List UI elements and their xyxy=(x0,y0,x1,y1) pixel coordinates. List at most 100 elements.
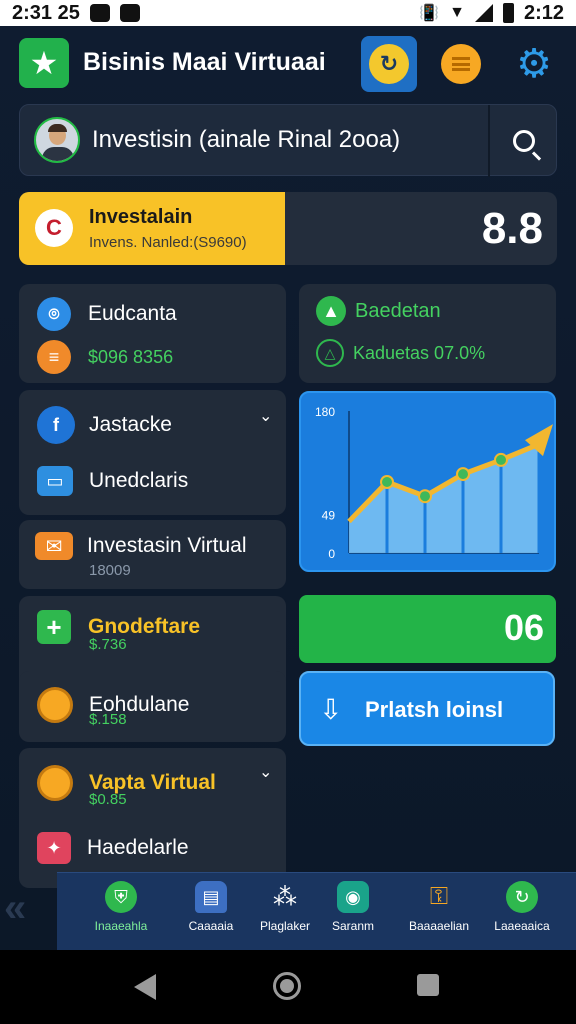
c-logo-icon: C xyxy=(35,209,73,247)
triangle-outline-icon: △ xyxy=(316,339,344,367)
key-icon: ⚿ xyxy=(429,883,449,910)
y-tick-label: 180 xyxy=(315,405,335,419)
list-item[interactable]: ⌾ Eudcanta xyxy=(37,297,177,331)
nav-item-5[interactable]: ⚿ Baaaaelian xyxy=(396,881,482,947)
database-button[interactable] xyxy=(441,44,481,84)
area-fill xyxy=(349,444,539,553)
list-item-label: Investasin Virtual xyxy=(87,534,247,557)
item-value: $.158 xyxy=(89,711,127,728)
balance-subtitle: Invens. Nanled:(S9690) xyxy=(89,234,247,251)
balance-title: Investalain xyxy=(89,206,193,228)
coin-icon: ↻ xyxy=(369,44,409,84)
signal-icon xyxy=(474,4,493,22)
download-button-label: Prlatsh loinsl xyxy=(365,697,504,722)
nav-label: Laaeaaica xyxy=(494,919,550,933)
nav-item-4[interactable]: ◉ Saranm xyxy=(310,881,396,947)
growth-chart[interactable]: 0 49 180 xyxy=(299,391,556,572)
status-time-right: 2:12 xyxy=(523,1,564,24)
list-item-label: Eudcanta xyxy=(88,302,177,325)
home-icon[interactable] xyxy=(273,972,301,1000)
refresh-icon: ↻ xyxy=(506,881,538,913)
plus-icon: + xyxy=(37,610,71,644)
balance-value: 8.8 xyxy=(481,204,543,253)
virtual-card[interactable]: Vapta Virtual ⌄ $0.85 ✦ Haedelarle xyxy=(19,748,286,888)
summary-card[interactable]: ⌾ Eudcanta ≡ $096 8356 xyxy=(19,284,286,383)
chart-svg: 0 49 180 xyxy=(315,405,553,561)
list-item[interactable]: ▭ Unedclaris xyxy=(37,466,188,496)
nav-item-6[interactable]: ↻ Laaeaaica xyxy=(479,881,565,947)
app-screen: ★ Bisinis Maai Virtuaai ↻ ⚙ Investisin (… xyxy=(0,26,576,950)
counter-value: 06 xyxy=(503,607,544,648)
vibrate-icon: 📳 xyxy=(419,5,440,22)
nav-label: Plaglaker xyxy=(259,919,311,933)
item-value: $.736 xyxy=(89,636,127,653)
nav-item-home[interactable]: ⛨ Inaaeahla xyxy=(78,881,164,947)
chevron-down-icon[interactable]: ⌄ xyxy=(259,762,272,782)
data-point xyxy=(494,452,508,467)
back-icon[interactable] xyxy=(134,974,156,1000)
coin-card[interactable]: Eohdulane $.158 xyxy=(19,671,286,742)
status-left: 2:31 25 xyxy=(12,2,140,25)
data-point xyxy=(380,475,394,489)
list-item[interactable]: ≡ $096 8356 xyxy=(37,340,173,374)
card-icon: ▭ xyxy=(37,466,73,496)
y-tick-label: 49 xyxy=(322,508,336,522)
stats-label: Baedetan xyxy=(355,299,441,322)
database-icon xyxy=(452,57,470,71)
nav-label: Caaaaia xyxy=(188,919,234,933)
search-icon xyxy=(513,130,535,152)
avatar[interactable] xyxy=(34,117,80,163)
item-value: 18009 xyxy=(89,562,131,579)
system-nav-bar xyxy=(0,950,576,1024)
stats-card[interactable]: ▲ Baedetan △ Kaduetas 07.0% xyxy=(299,284,556,383)
gold-coin-icon xyxy=(37,765,73,801)
app-bar: ★ Bisinis Maai Virtuaai ↻ ⚙ xyxy=(0,26,576,104)
list-item-label: Haedelarle xyxy=(87,836,189,859)
triangle-up-icon: ▲ xyxy=(316,296,346,326)
list-icon: ≡ xyxy=(37,340,71,374)
status-time-left: 2:31 25 xyxy=(12,1,80,24)
nav-label: Baaaaelian xyxy=(408,919,470,933)
list-item[interactable]: △ Kaduetas 07.0% xyxy=(316,339,485,367)
counter-card[interactable]: 06 xyxy=(299,595,556,663)
bottom-nav: ⛨ Inaaeahla ▤ Caaaaia ⁂ Plaglaker ◉ Sara… xyxy=(57,872,576,950)
stats-percent: Kaduetas 07.0% xyxy=(353,342,486,363)
accounts-card[interactable]: f Jastacke ⌄ ▭ Unedclaris xyxy=(19,390,286,515)
list-item[interactable]: ▲ Baedetan xyxy=(316,296,441,326)
investment-card[interactable]: ✉ Investasin Virtual 18009 xyxy=(19,520,286,589)
chevron-down-icon[interactable]: ⌄ xyxy=(259,406,272,426)
mail-icon: ✉ xyxy=(35,532,73,560)
battery-icon xyxy=(502,3,514,23)
data-point xyxy=(418,489,432,504)
nav-label: Saranm xyxy=(331,919,375,933)
list-item[interactable]: ✉ Investasin Virtual xyxy=(35,532,247,560)
balance-panel: C Investalain Invens. Nanled:(S9690) xyxy=(19,192,285,265)
coin-badge-button[interactable]: ↻ xyxy=(361,36,417,92)
download-icon: ⇩ xyxy=(319,694,343,725)
star-logo-icon[interactable]: ★ xyxy=(19,38,69,88)
status-right: 📳 ▼ 2:12 xyxy=(419,2,564,25)
settings-gear-icon[interactable]: ⚙ xyxy=(512,42,556,86)
item-value: $0.85 xyxy=(89,791,127,808)
download-button[interactable]: ⇩ Prlatsh loinsl xyxy=(299,671,555,746)
gift-icon: ✦ xyxy=(37,832,71,864)
data-point xyxy=(456,467,470,482)
app-title: Bisinis Maai Virtuaai xyxy=(83,48,326,76)
back-chevron-icon[interactable]: « xyxy=(4,886,26,931)
list-item[interactable]: f Jastacke xyxy=(37,406,172,444)
balance-bar[interactable]: C Investalain Invens. Nanled:(S9690) 8.8 xyxy=(19,192,557,265)
network-icon: ⁂ xyxy=(273,883,297,911)
search-bar[interactable]: Investisin (ainale Rinal 2ooa) xyxy=(19,104,558,177)
building-icon: ▤ xyxy=(195,881,227,913)
list-item[interactable]: ✦ Haedelarle xyxy=(37,832,189,864)
y-tick-label: 0 xyxy=(328,547,335,561)
nav-label: Inaaeahla xyxy=(94,919,148,933)
notification-icon xyxy=(89,4,110,22)
search-button[interactable] xyxy=(490,105,558,177)
search-input[interactable]: Investisin (ainale Rinal 2ooa) xyxy=(92,126,400,154)
recents-icon[interactable] xyxy=(417,974,439,996)
message-icon xyxy=(119,4,140,22)
list-item-label: Unedclaris xyxy=(89,469,189,492)
coin-icon xyxy=(37,687,73,723)
amount-label: $096 8356 xyxy=(88,346,174,367)
